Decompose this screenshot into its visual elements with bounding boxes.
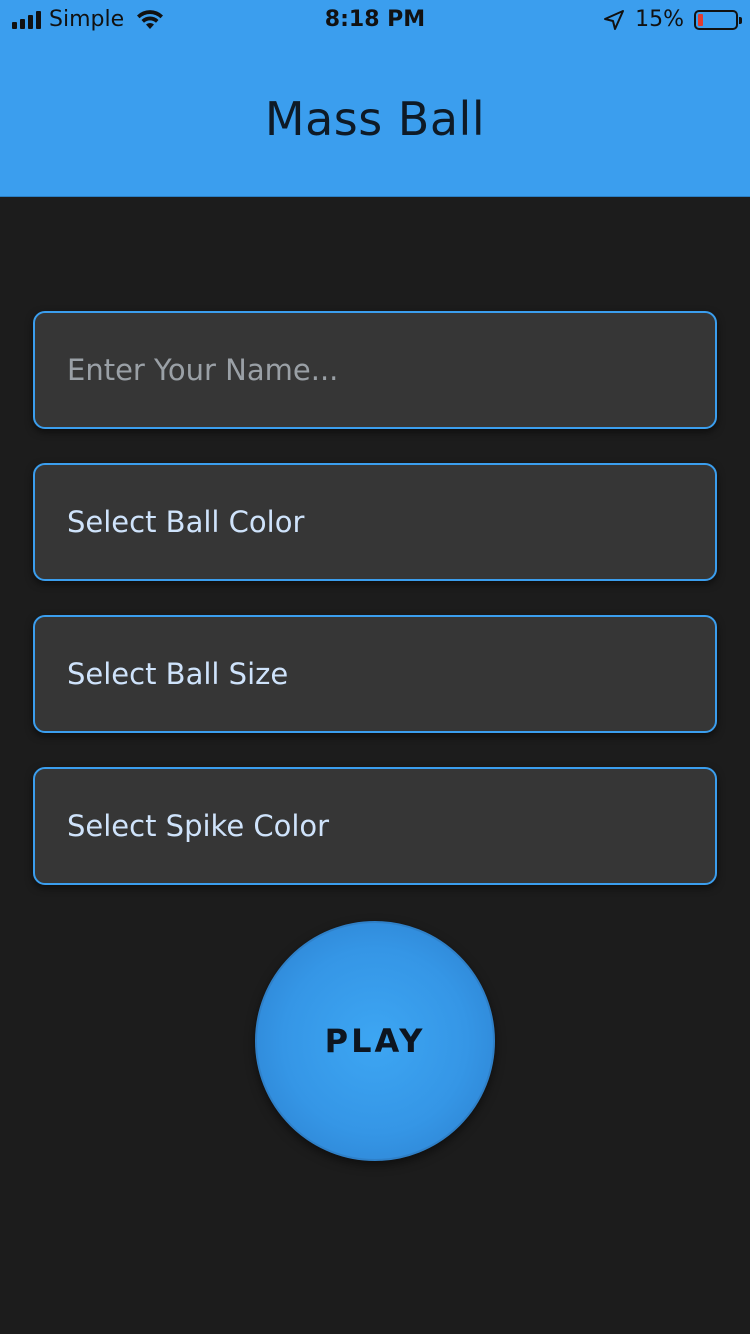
battery-percent: 15% [635,7,684,32]
name-input[interactable] [33,311,717,429]
app-header: Simple 8:18 PM 15% Mass Ball [0,0,750,197]
status-right: 15% [603,7,742,32]
location-arrow-icon [604,9,625,30]
select-ball-color[interactable]: Select Ball Color [33,463,717,581]
battery-icon [694,9,742,30]
play-button-label: PLAY [324,1022,426,1060]
status-bar: Simple 8:18 PM 15% [0,0,750,40]
select-spike-color[interactable]: Select Spike Color [33,767,717,885]
app-title: Mass Ball [264,92,486,146]
battery-level [698,13,703,26]
play-button[interactable]: PLAY [255,921,495,1161]
select-ball-size[interactable]: Select Ball Size [33,615,717,733]
